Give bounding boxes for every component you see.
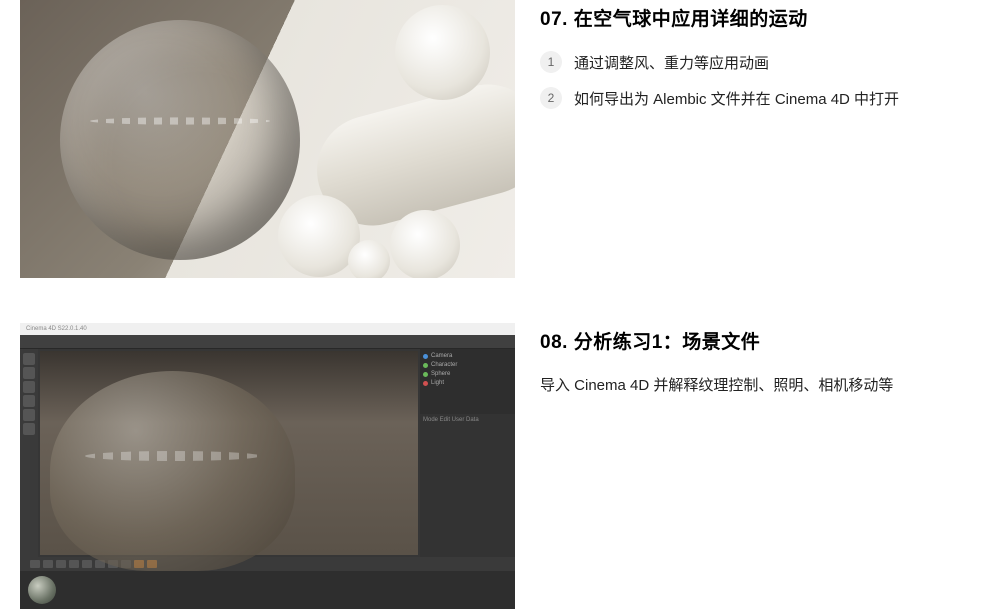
c4d-object-list: Camera Character Sphere Light bbox=[420, 349, 515, 414]
c4d-right-panel: Camera Character Sphere Light Mode Edit … bbox=[420, 349, 515, 557]
list-item: 1 通过调整风、重力等应用动画 bbox=[540, 51, 980, 73]
c4d-materials bbox=[20, 571, 515, 609]
item-text: 如何导出为 Alembic 文件并在 Cinema 4D 中打开 bbox=[574, 88, 899, 109]
section-07-title: 07. 在空气球中应用详细的运动 bbox=[540, 4, 980, 31]
cinema4d-screenshot: Cinema 4D S22.0.1.40 Camera Character Sp… bbox=[20, 323, 515, 609]
section-08-title: 08. 分析练习1：场景文件 bbox=[540, 327, 980, 354]
c4d-title-text: Cinema 4D S22.0.1.40 bbox=[26, 326, 87, 332]
section-07-content: 07. 在空气球中应用详细的运动 1 通过调整风、重力等应用动画 2 如何导出为… bbox=[540, 0, 980, 278]
c4d-viewport bbox=[40, 351, 418, 555]
num-badge: 1 bbox=[540, 51, 562, 73]
section-08: Cinema 4D S22.0.1.40 Camera Character Sp… bbox=[0, 323, 1000, 609]
c4d-main: Camera Character Sphere Light Mode Edit … bbox=[20, 349, 515, 557]
section-07-image bbox=[20, 0, 515, 278]
c4d-bottom bbox=[20, 557, 515, 609]
section-07-list: 1 通过调整风、重力等应用动画 2 如何导出为 Alembic 文件并在 Cin… bbox=[540, 51, 980, 109]
section-08-image: Cinema 4D S22.0.1.40 Camera Character Sp… bbox=[20, 323, 515, 609]
section-07: 07. 在空气球中应用详细的运动 1 通过调整风、重力等应用动画 2 如何导出为… bbox=[0, 0, 1000, 278]
c4d-left-tools bbox=[20, 349, 38, 557]
list-item: 2 如何导出为 Alembic 文件并在 Cinema 4D 中打开 bbox=[540, 87, 980, 109]
render-preview-image bbox=[20, 0, 515, 278]
c4d-timeline bbox=[20, 557, 515, 571]
item-text: 通过调整风、重力等应用动画 bbox=[574, 52, 769, 73]
num-badge: 2 bbox=[540, 87, 562, 109]
c4d-toolbar bbox=[20, 335, 515, 349]
c4d-titlebar: Cinema 4D S22.0.1.40 bbox=[20, 323, 515, 335]
c4d-attributes: Mode Edit User Data bbox=[420, 414, 515, 557]
section-08-description: 导入 Cinema 4D 并解释纹理控制、照明、相机移动等 bbox=[540, 374, 980, 398]
material-sphere-icon bbox=[28, 576, 56, 604]
section-08-content: 08. 分析练习1：场景文件 导入 Cinema 4D 并解释纹理控制、照明、相… bbox=[540, 323, 980, 609]
